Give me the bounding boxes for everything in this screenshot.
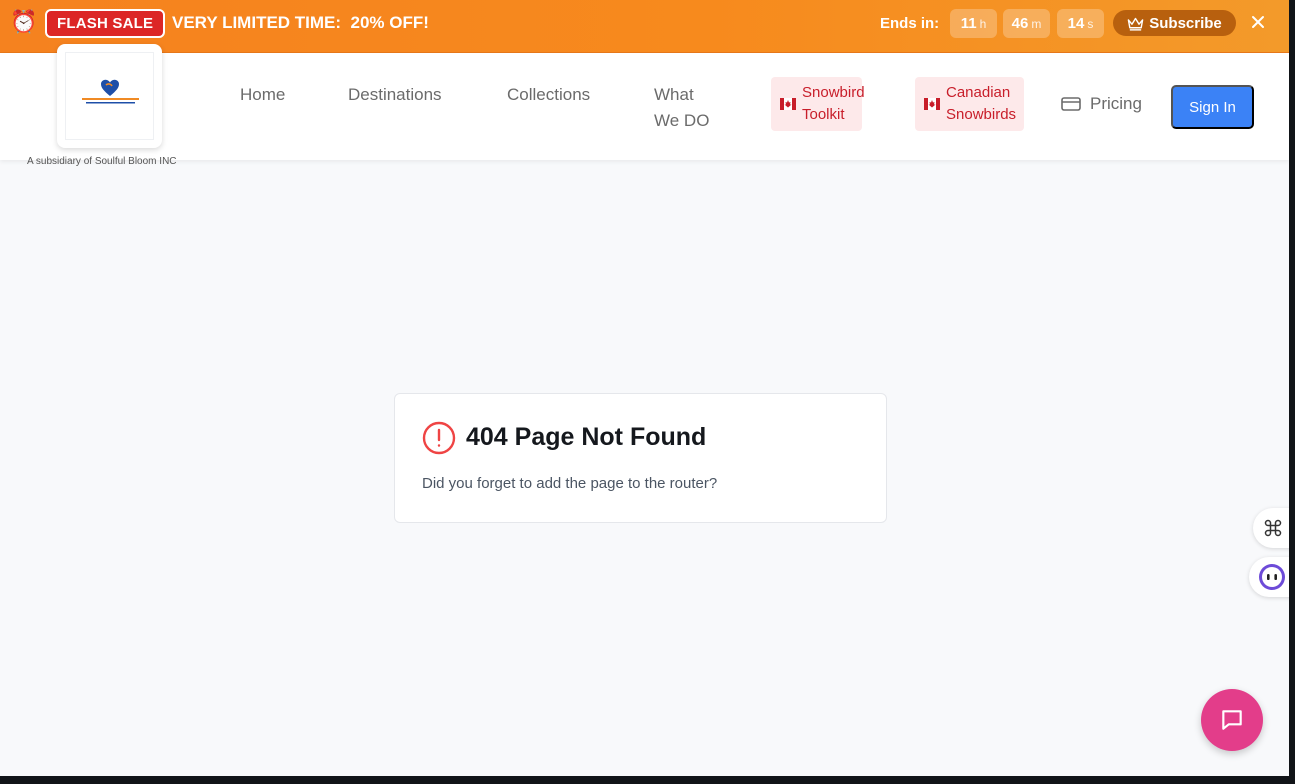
close-icon[interactable]	[1250, 14, 1266, 30]
toolkit-line1: Snowbird	[802, 84, 865, 101]
seconds-value: 14	[1067, 15, 1085, 32]
nav-home[interactable]: Home	[240, 82, 285, 108]
canadian-line1: Canadian	[946, 84, 1011, 101]
seconds-unit: s	[1087, 17, 1094, 31]
page-title: 404 Page Not Found	[466, 423, 707, 451]
minutes-unit: m	[1031, 17, 1042, 31]
assistant-face-icon	[1259, 564, 1285, 590]
countdown-hours: 11 h	[950, 9, 997, 38]
subscribe-label: Subscribe	[1149, 14, 1222, 32]
nav-snowbird-toolkit[interactable]: Snowbird Toolkit	[771, 77, 865, 131]
sign-in-button[interactable]: Sign In	[1171, 85, 1254, 129]
hours-unit: h	[979, 17, 987, 31]
alert-circle-icon	[422, 421, 456, 455]
canada-flag-icon	[924, 98, 940, 110]
page-viewport: ⏰ FLASH SALE VERY LIMITED TIME: 20% OFF!…	[0, 0, 1289, 776]
command-icon	[1264, 519, 1282, 537]
logo-link[interactable]	[57, 44, 162, 148]
credit-card-icon	[1061, 97, 1081, 111]
nav-collections[interactable]: Collections	[507, 82, 590, 108]
flash-sale-banner: ⏰ FLASH SALE VERY LIMITED TIME: 20% OFF!…	[0, 0, 1289, 53]
nav-what-we-do-line2: We DO	[654, 111, 710, 130]
logo-image	[65, 52, 154, 140]
nav-what-we-do[interactable]: What We DO	[654, 82, 709, 134]
assistant-button[interactable]	[1249, 557, 1289, 597]
countdown-label: Ends in:	[880, 15, 940, 32]
nav-pricing-label: Pricing	[1090, 94, 1142, 113]
nav-what-we-do-line1: What	[654, 85, 694, 104]
minutes-value: 46	[1011, 15, 1029, 32]
chat-button[interactable]	[1201, 689, 1263, 751]
command-palette-button[interactable]	[1253, 508, 1289, 548]
chat-bubble-icon	[1222, 710, 1242, 730]
canada-flag-icon	[780, 98, 796, 110]
subscribe-button[interactable]: Subscribe	[1113, 10, 1236, 36]
nav-canadian-snowbirds[interactable]: Canadian Snowbirds	[915, 77, 1024, 131]
nav-canadian-snowbirds-label: Canadian Snowbirds	[946, 82, 1016, 126]
countdown-seconds: 14 s	[1057, 9, 1104, 38]
toolkit-line2: Toolkit	[802, 106, 845, 123]
error-message: Did you forget to add the page to the ro…	[422, 475, 718, 492]
site-header: A subsidiary of Soulful Bloom INC Home D…	[0, 44, 1289, 167]
nav-destinations[interactable]: Destinations	[348, 82, 442, 108]
heart-logo-icon	[82, 79, 139, 104]
countdown-minutes: 46 m	[1003, 9, 1050, 38]
sale-message: VERY LIMITED TIME: 20% OFF!	[172, 13, 429, 32]
not-found-card: 404 Page Not Found Did you forget to add…	[394, 393, 887, 523]
nav-pricing[interactable]: Pricing	[1061, 94, 1142, 114]
flash-sale-badge: FLASH SALE	[45, 9, 166, 38]
canadian-line2: Snowbirds	[946, 106, 1017, 123]
crown-icon	[1127, 17, 1144, 31]
alarm-clock-icon: ⏰	[10, 9, 38, 34]
logo-tagline: A subsidiary of Soulful Bloom INC	[27, 156, 177, 167]
nav-snowbird-toolkit-label: Snowbird Toolkit	[802, 82, 865, 126]
hours-value: 11	[960, 15, 977, 32]
